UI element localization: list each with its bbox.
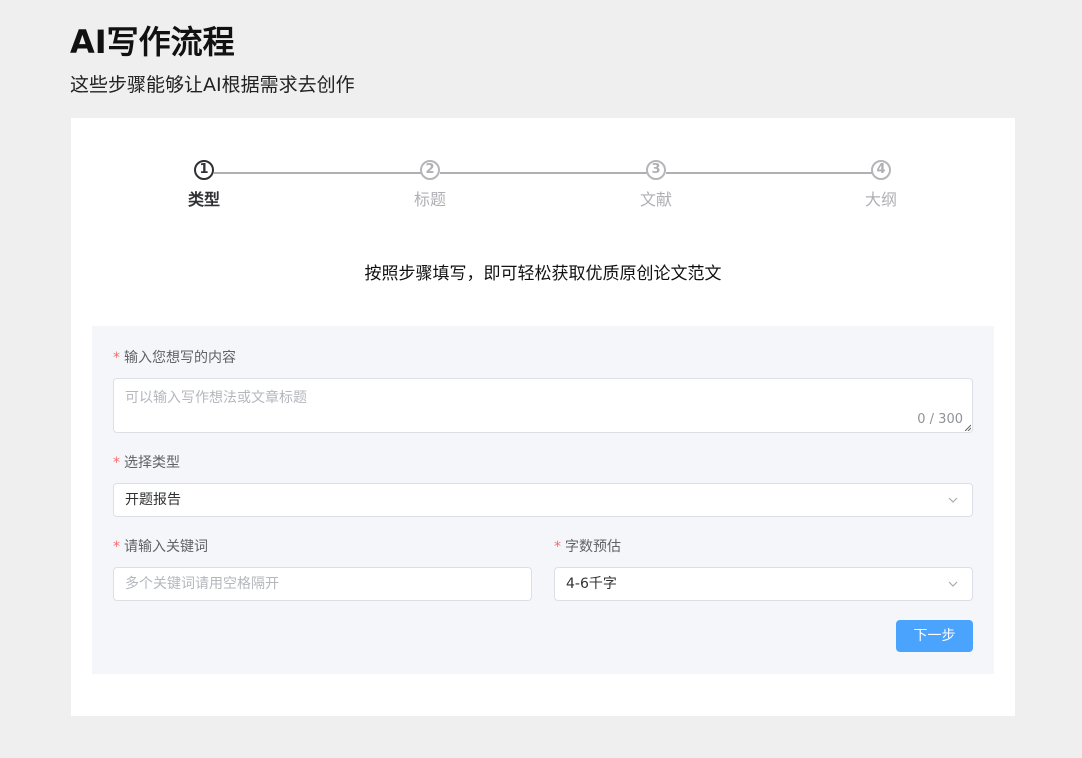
type-label: * 选择类型: [113, 453, 180, 473]
keywords-label-text: 请输入关键词: [124, 539, 208, 555]
wizard-card: 1 类型 2 标题 3 文献 4 大纲 按照步骤填写，即可轻松获取优质原创论文范…: [71, 118, 1015, 716]
step-references[interactable]: 3 文献: [596, 160, 716, 210]
step-label: 大纲: [864, 190, 897, 209]
chevron-down-icon: [948, 581, 958, 587]
word-count-label-text: 字数预估: [565, 539, 621, 555]
instruction-text: 按照步骤填写，即可轻松获取优质原创论文范文: [364, 264, 722, 284]
next-step-button[interactable]: 下一步: [896, 620, 973, 652]
required-mark: *: [113, 539, 120, 555]
page-subtitle: 这些步骤能够让AI根据需求去创作: [70, 74, 355, 96]
char-counter: 0 / 300: [917, 412, 963, 427]
content-textarea-wrapper: 0 / 300: [113, 378, 973, 433]
word-count-label: * 字数预估: [554, 537, 621, 557]
type-select[interactable]: 开题报告: [113, 483, 973, 517]
chevron-down-icon: [948, 497, 958, 503]
required-mark: *: [554, 539, 561, 555]
step-indicator: 1 类型 2 标题 3 文献 4 大纲: [71, 118, 1015, 228]
keywords-input[interactable]: [113, 567, 532, 601]
step-type[interactable]: 1 类型: [144, 160, 264, 210]
page-title: AI写作流程: [70, 23, 235, 61]
content-label: * 输入您想写的内容: [113, 348, 236, 368]
word-count-select[interactable]: 4-6千字: [554, 567, 973, 601]
type-label-text: 选择类型: [124, 455, 180, 471]
step-label: 文献: [639, 190, 672, 209]
content-textarea[interactable]: [114, 379, 972, 432]
step-outline[interactable]: 4 大纲: [821, 160, 941, 210]
resize-handle-icon[interactable]: [964, 424, 971, 431]
step-label: 类型: [187, 190, 220, 209]
keywords-label: * 请输入关键词: [113, 537, 208, 557]
required-mark: *: [113, 350, 120, 366]
step-label: 标题: [413, 190, 446, 209]
type-select-value: 开题报告: [125, 492, 181, 508]
content-label-text: 输入您想写的内容: [124, 350, 236, 366]
step-number: 1: [194, 160, 214, 180]
word-count-select-value: 4-6千字: [566, 576, 617, 592]
required-mark: *: [113, 455, 120, 471]
step-number: 3: [646, 160, 666, 180]
step-title[interactable]: 2 标题: [370, 160, 490, 210]
form-panel: *输入您想写的内容 0 / 300 *选择类型 开题报告 *请输入关键词: [92, 326, 994, 674]
step-number: 4: [871, 160, 891, 180]
step-number: 2: [420, 160, 440, 180]
